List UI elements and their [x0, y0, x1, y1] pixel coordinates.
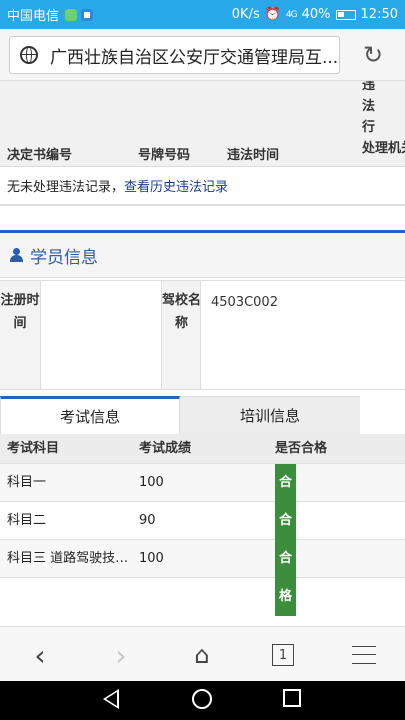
- column-header: 号牌号码: [138, 148, 191, 163]
- tab-count: 1: [272, 644, 294, 666]
- pass-badge: 合格: [275, 540, 297, 616]
- user-icon: [10, 248, 24, 262]
- exam-score: 100: [139, 551, 164, 566]
- no-violation-text: 无未处理违法记录，: [7, 180, 125, 195]
- browser-toolbar: 广西壮族自治区公安厅交通管理局互... ↻: [0, 29, 405, 81]
- tab-exam-info[interactable]: 考试信息: [0, 396, 180, 434]
- menu-button[interactable]: [344, 637, 384, 673]
- app-notification-icon: [65, 8, 78, 21]
- info-tabs: 考试信息 培训信息: [0, 396, 360, 434]
- signal-icon: 4G: [285, 9, 298, 20]
- battery-percent: 40%: [301, 7, 331, 22]
- exam-subject: 科目一: [7, 475, 47, 490]
- table-row: 科目二 90 合格: [0, 502, 405, 578]
- student-info-header: 学员信息: [0, 233, 405, 278]
- table-header-row: 考试科目 考试成绩 是否合格: [0, 434, 405, 464]
- globe-icon: [20, 46, 38, 64]
- table-row: 科目三 道路驾驶技能考试 100 合格: [0, 540, 405, 616]
- exam-subject: 科目二: [7, 513, 47, 528]
- divider: [0, 206, 405, 230]
- browser-bottom-bar: ‹ › ⌂ 1: [0, 626, 405, 681]
- exam-score: 90: [139, 513, 156, 528]
- battery-icon: [335, 9, 356, 20]
- table-row: 科目一 100 合格: [0, 464, 405, 540]
- reg-time-value: [40, 281, 161, 389]
- violation-table-header: 决定书编号 号牌号码 违法时间 违 法 行 处理机关: [0, 81, 405, 167]
- exam-subject: 科目三 道路驾驶技能考试: [7, 551, 132, 566]
- forward-icon[interactable]: ›: [101, 637, 141, 673]
- system-nav-bar: [0, 681, 405, 720]
- student-info-table: 注册时间 驾校名称 4503C002: [0, 280, 405, 390]
- status-bar: 中国电信 0K/s ⏰ 4G 40% 12:50: [0, 0, 405, 29]
- violation-empty-row: 无未处理违法记录， 查看历史违法记录: [0, 167, 405, 206]
- history-violation-link[interactable]: 查看历史违法记录: [124, 176, 228, 195]
- column-header: 考试成绩: [139, 441, 192, 456]
- exam-table: 考试科目 考试成绩 是否合格 科目一 100 合格 科目二 90 合格 科目三 …: [0, 434, 405, 616]
- message-notification-icon: [81, 8, 94, 21]
- address-bar[interactable]: 广西壮族自治区公安厅交通管理局互...: [9, 36, 340, 74]
- nav-recents-icon[interactable]: [283, 689, 301, 707]
- carrier-label: 中国电信: [7, 9, 60, 24]
- page-title: 广西壮族自治区公安厅交通管理局互...: [50, 47, 339, 68]
- column-header: 考试科目: [7, 441, 60, 456]
- tab-training-info[interactable]: 培训信息: [180, 396, 360, 434]
- clock: 12:50: [360, 7, 398, 22]
- school-label: 驾校名称: [161, 281, 201, 389]
- reg-time-label: 注册时间: [0, 281, 40, 389]
- home-icon[interactable]: ⌂: [182, 637, 222, 673]
- school-value: 4503C002: [200, 281, 405, 389]
- column-header: 是否合格: [275, 441, 328, 456]
- column-header: 违法时间: [227, 148, 280, 163]
- nav-home-icon[interactable]: [192, 689, 212, 709]
- column-header: 决定书编号: [7, 148, 73, 163]
- menu-icon: [352, 646, 376, 664]
- back-icon[interactable]: ‹: [20, 637, 60, 673]
- refresh-icon[interactable]: ↻: [360, 42, 386, 68]
- nav-back-icon[interactable]: [103, 689, 119, 709]
- section-title: 学员信息: [30, 247, 98, 268]
- alarm-icon: ⏰: [264, 7, 281, 22]
- network-speed: 0K/s: [231, 7, 260, 22]
- column-header-violation: 违 法 行 处理机关: [362, 81, 405, 156]
- tabs-button[interactable]: 1: [263, 637, 303, 673]
- exam-score: 100: [139, 475, 164, 490]
